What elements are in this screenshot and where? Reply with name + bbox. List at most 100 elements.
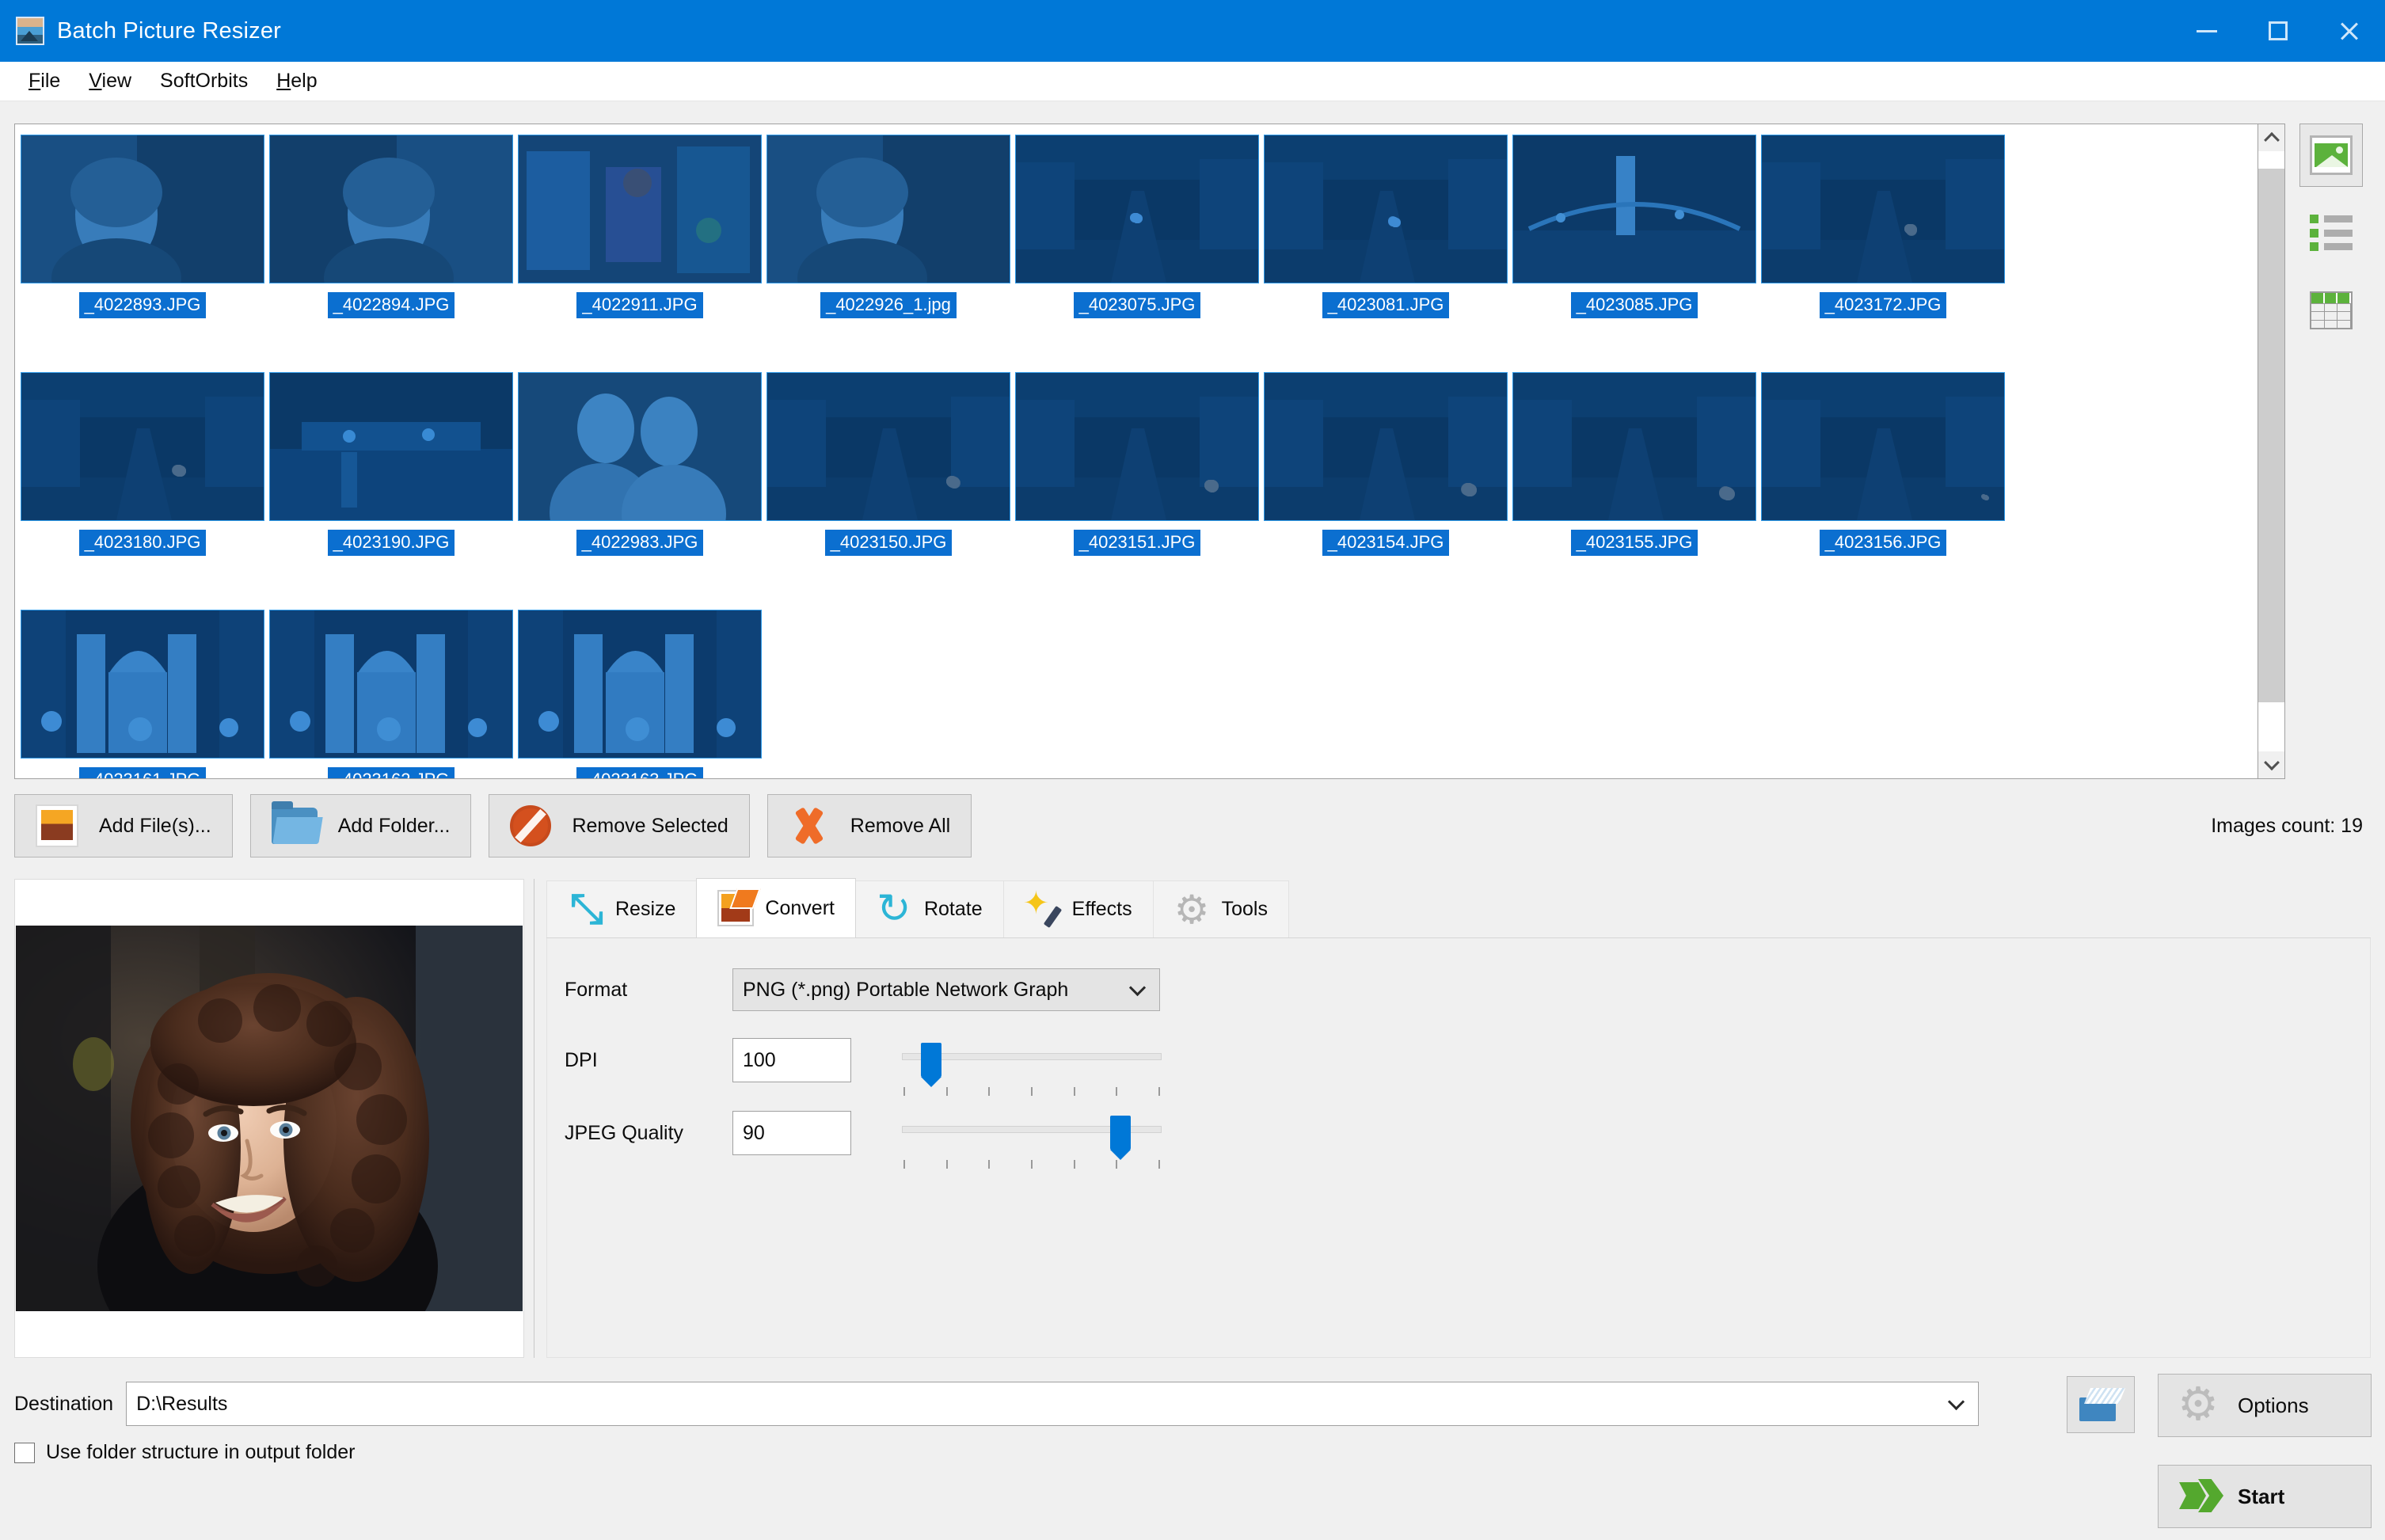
close-button[interactable] bbox=[2314, 0, 2385, 62]
dpi-value: 100 bbox=[743, 1048, 776, 1071]
tab-tools[interactable]: Tools bbox=[1152, 880, 1289, 937]
tab-rotate-label: Rotate bbox=[923, 898, 983, 920]
thumbnail-image[interactable] bbox=[269, 135, 513, 283]
thumbnail-view-icon bbox=[2310, 135, 2353, 175]
jpeg-quality-slider[interactable] bbox=[902, 1111, 1162, 1169]
thumbnail-item[interactable]: _4023162.JPG bbox=[267, 604, 515, 778]
thumbnail-item[interactable]: _4023081.JPG bbox=[1261, 129, 1510, 367]
add-files-button[interactable]: Add File(s)... bbox=[14, 794, 233, 857]
dpi-slider[interactable] bbox=[902, 1038, 1162, 1096]
thumbnail-scrollbar[interactable] bbox=[2258, 124, 2285, 779]
thumbnail-image[interactable] bbox=[269, 610, 513, 759]
thumbnail-item[interactable]: _4023156.JPG bbox=[1759, 367, 2007, 604]
use-folder-structure-label: Use folder structure in output folder bbox=[46, 1441, 356, 1463]
thumbnail-image[interactable] bbox=[1015, 372, 1259, 521]
thumbnail-item[interactable]: _4023155.JPG bbox=[1510, 367, 1759, 604]
maximize-button[interactable] bbox=[2242, 0, 2314, 62]
add-folder-button[interactable]: Add Folder... bbox=[249, 794, 472, 857]
thumbnail-image[interactable] bbox=[518, 135, 762, 283]
details-view-button[interactable] bbox=[2299, 279, 2363, 342]
thumbnail-image[interactable] bbox=[1264, 372, 1508, 521]
tab-resize-label: Resize bbox=[615, 898, 676, 920]
thumbnail-item[interactable]: _4022894.JPG bbox=[267, 129, 515, 367]
use-folder-structure-row[interactable]: Use folder structure in output folder bbox=[14, 1441, 355, 1464]
thumbnail-item[interactable]: _4023154.JPG bbox=[1261, 367, 1510, 604]
resize-icon bbox=[568, 892, 604, 928]
list-view-icon bbox=[2310, 215, 2353, 251]
jpeg-slider-handle[interactable] bbox=[1110, 1116, 1131, 1160]
scroll-up-button[interactable] bbox=[2258, 124, 2284, 151]
menu-view[interactable]: View bbox=[74, 65, 146, 97]
thumbnail-image[interactable] bbox=[1015, 135, 1259, 283]
thumbnail-image[interactable] bbox=[21, 135, 264, 283]
thumbnail-item[interactable]: _4023190.JPG bbox=[267, 367, 515, 604]
thumbnail-item[interactable]: _4023085.JPG bbox=[1510, 129, 1759, 367]
thumbnail-image[interactable] bbox=[21, 372, 264, 521]
thumbnail-image[interactable] bbox=[766, 135, 1010, 283]
thumbnail-item[interactable]: _4023151.JPG bbox=[1013, 367, 1261, 604]
thumbnail-image[interactable] bbox=[766, 372, 1010, 521]
minimize-button[interactable] bbox=[2171, 0, 2242, 62]
thumbnail-image[interactable] bbox=[518, 372, 762, 521]
jpeg-quality-value: 90 bbox=[743, 1121, 765, 1144]
thumbnail-item[interactable]: _4023172.JPG bbox=[1759, 129, 2007, 367]
options-button[interactable]: Options bbox=[2158, 1374, 2372, 1437]
thumbnail-filename: _4023150.JPG bbox=[824, 530, 953, 556]
thumbnail-filename: _4023180.JPG bbox=[78, 530, 207, 556]
format-select[interactable]: PNG (*.png) Portable Network Graph bbox=[732, 968, 1160, 1011]
thumbnail-image[interactable] bbox=[1512, 372, 1756, 521]
thumbnail-item[interactable]: _4023161.JPG bbox=[18, 604, 267, 778]
remove-selected-button[interactable]: Remove Selected bbox=[489, 794, 750, 857]
thumbnail-filename: _4023154.JPG bbox=[1322, 530, 1450, 556]
thumbnail-image[interactable] bbox=[1761, 372, 2005, 521]
tab-effects[interactable]: Effects bbox=[1002, 880, 1154, 937]
start-button[interactable]: Start bbox=[2158, 1465, 2372, 1528]
browse-folder-button[interactable] bbox=[2067, 1376, 2135, 1433]
tab-resize[interactable]: Resize bbox=[546, 880, 698, 937]
preview-image bbox=[16, 926, 523, 1311]
thumbnail-item[interactable]: _4023180.JPG bbox=[18, 367, 267, 604]
dpi-slider-handle[interactable] bbox=[921, 1043, 941, 1087]
scrollbar-thumb[interactable] bbox=[2258, 169, 2284, 702]
thumbnail-item[interactable]: _4023075.JPG bbox=[1013, 129, 1261, 367]
thumbnail-filename: _4022893.JPG bbox=[78, 292, 207, 318]
view-mode-toolbar bbox=[2299, 124, 2371, 356]
thumbnail-list[interactable]: _4022893.JPG _4022894.JPG _4022911.JPG _… bbox=[14, 124, 2258, 779]
thumbnail-image[interactable] bbox=[1761, 135, 2005, 283]
thumbnail-image[interactable] bbox=[1264, 135, 1508, 283]
menu-softorbits[interactable]: SoftOrbits bbox=[146, 65, 262, 97]
scroll-down-button[interactable] bbox=[2258, 751, 2284, 778]
menu-help[interactable]: Help bbox=[262, 65, 331, 97]
thumbnail-item[interactable]: _4022983.JPG bbox=[515, 367, 764, 604]
thumbnail-filename: _4023085.JPG bbox=[1570, 292, 1698, 318]
use-folder-structure-checkbox[interactable] bbox=[14, 1442, 35, 1463]
menu-file[interactable]: File bbox=[14, 65, 74, 97]
list-view-button[interactable] bbox=[2299, 201, 2363, 264]
scrollbar-track[interactable] bbox=[2258, 151, 2284, 751]
thumbnail-item[interactable]: _4022911.JPG bbox=[515, 129, 764, 367]
thumbnail-item[interactable]: _4022893.JPG bbox=[18, 129, 267, 367]
tab-rotate[interactable]: Rotate bbox=[854, 880, 1004, 937]
tab-strip: Resize Convert Rotate Effects Tools bbox=[546, 878, 2371, 938]
destination-input[interactable]: D:\Results bbox=[126, 1382, 1980, 1426]
thumbnail-image[interactable] bbox=[518, 610, 762, 759]
dpi-input[interactable]: 100 bbox=[732, 1038, 851, 1082]
thumbnail-item[interactable]: _4023150.JPG bbox=[764, 367, 1013, 604]
thumbnail-filename: _4023075.JPG bbox=[1073, 292, 1201, 318]
jpeg-quality-input[interactable]: 90 bbox=[732, 1111, 851, 1155]
tab-convert[interactable]: Convert bbox=[696, 878, 856, 937]
maximize-icon bbox=[2269, 21, 2288, 40]
thumbnail-image[interactable] bbox=[1512, 135, 1756, 283]
thumbnail-filename: _4023156.JPG bbox=[1819, 530, 1947, 556]
thumbnail-item[interactable]: _4022926_1.jpg bbox=[764, 129, 1013, 367]
thumbnail-item[interactable]: _4023163.JPG bbox=[515, 604, 764, 778]
thumbnail-view-button[interactable] bbox=[2299, 124, 2363, 187]
gear-icon bbox=[2178, 1383, 2225, 1428]
thumbnail-filename: _4023172.JPG bbox=[1819, 292, 1947, 318]
remove-all-button[interactable]: Remove All bbox=[766, 794, 972, 857]
effects-icon bbox=[1023, 885, 1061, 928]
details-view-icon bbox=[2310, 291, 2353, 329]
thumbnail-image[interactable] bbox=[269, 372, 513, 521]
thumbnail-image[interactable] bbox=[21, 610, 264, 759]
file-action-toolbar: Add File(s)... Add Folder... Remove Sele… bbox=[14, 792, 2371, 860]
